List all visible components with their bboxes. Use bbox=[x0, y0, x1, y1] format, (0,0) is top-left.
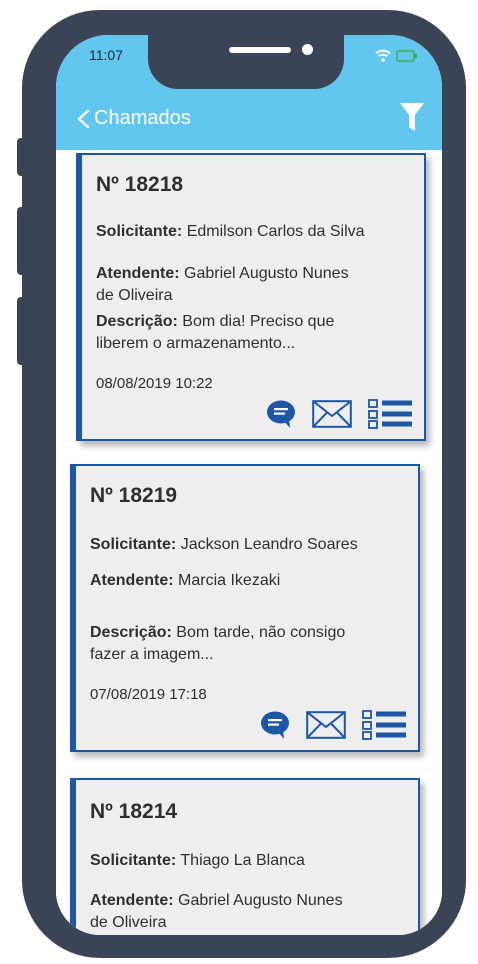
back-button[interactable]: Chamados bbox=[76, 107, 191, 130]
filter-icon bbox=[400, 103, 424, 131]
ticket-list: Nº 18218 Solicitante: Edmilson Carlos da… bbox=[56, 150, 442, 935]
ticket-card[interactable]: Nº 18219 Solicitante: Jackson Leandro So… bbox=[70, 464, 420, 752]
ticket-actions bbox=[266, 399, 412, 429]
atendente-value: Marcia Ikezaki bbox=[178, 572, 281, 589]
solicitante-value: Edmilson Carlos da Silva bbox=[186, 223, 365, 240]
phone-mute-button bbox=[17, 138, 27, 176]
atendente-value-cont: de Oliveira bbox=[96, 287, 173, 304]
speaker bbox=[229, 47, 291, 53]
ticket-atendente: Atendente: Gabriel Augusto Nunes de Oliv… bbox=[90, 890, 390, 934]
battery-icon bbox=[396, 49, 417, 62]
status-time: 11:07 bbox=[89, 47, 123, 63]
ticket-atendente: Atendente: Gabriel Augusto Nunes de Oliv… bbox=[96, 263, 396, 307]
ticket-card[interactable]: Nº 18218 Solicitante: Edmilson Carlos da… bbox=[76, 153, 426, 441]
atendente-label: Atendente: bbox=[90, 892, 174, 909]
ticket-date: 08/08/2019 10:22 bbox=[96, 375, 213, 392]
top-bar: 11:07 Chamados bbox=[56, 35, 442, 150]
ticket-descricao: Descrição: Bom dia! Preciso que liberem … bbox=[96, 311, 396, 355]
atendente-label: Atendente: bbox=[90, 572, 174, 589]
descricao-value: Bom tarde, não consigo bbox=[176, 624, 346, 641]
atendente-value-cont: de Oliveira bbox=[90, 914, 167, 931]
chat-icon[interactable] bbox=[260, 710, 290, 740]
list-icon[interactable] bbox=[362, 710, 406, 740]
solicitante-value: Jackson Leandro Soares bbox=[180, 536, 358, 553]
camera bbox=[302, 44, 313, 55]
ticket-solicitante: Solicitante: Edmilson Carlos da Silva bbox=[96, 221, 396, 243]
mail-icon[interactable] bbox=[306, 711, 346, 739]
ticket-number: Nº 18218 bbox=[96, 173, 184, 196]
solicitante-label: Solicitante: bbox=[90, 536, 177, 553]
wifi-icon bbox=[375, 49, 391, 62]
ticket-descricao: Descrição: Bom tarde, não consigo fazer … bbox=[90, 622, 390, 666]
atendente-value: Gabriel Augusto Nunes bbox=[178, 892, 343, 909]
ticket-solicitante: Solicitante: Thiago La Blanca bbox=[90, 850, 390, 872]
descricao-label: Descrição: bbox=[90, 624, 172, 641]
ticket-number: Nº 18219 bbox=[90, 484, 178, 507]
solicitante-label: Solicitante: bbox=[90, 852, 177, 869]
descricao-value-cont: fazer a imagem... bbox=[90, 646, 214, 663]
ticket-card[interactable]: Nº 18214 Solicitante: Thiago La Blanca A… bbox=[70, 778, 420, 935]
mail-icon[interactable] bbox=[312, 400, 352, 428]
descricao-value: Bom dia! Preciso que bbox=[182, 313, 335, 330]
notch bbox=[148, 35, 344, 89]
descricao-label: Descrição: bbox=[96, 313, 178, 330]
ticket-actions bbox=[260, 710, 406, 740]
back-chevron-icon bbox=[77, 109, 90, 128]
atendente-label: Atendente: bbox=[96, 265, 180, 282]
phone-volume-down-button bbox=[17, 297, 27, 365]
filter-button[interactable] bbox=[400, 103, 424, 136]
solicitante-label: Solicitante: bbox=[96, 223, 183, 240]
ticket-solicitante: Solicitante: Jackson Leandro Soares bbox=[90, 534, 390, 556]
status-icons bbox=[375, 49, 418, 62]
list-icon[interactable] bbox=[368, 399, 412, 429]
atendente-value: Gabriel Augusto Nunes bbox=[184, 265, 349, 282]
ticket-number: Nº 18214 bbox=[90, 800, 178, 823]
chat-icon[interactable] bbox=[266, 399, 296, 429]
ticket-date: 07/08/2019 17:18 bbox=[90, 686, 207, 703]
solicitante-value: Thiago La Blanca bbox=[180, 852, 305, 869]
screen: 11:07 Chamados Nº 18218 Solicitante: Edm… bbox=[56, 35, 442, 935]
descricao-value-cont: liberem o armazenamento... bbox=[96, 335, 296, 352]
page-title: Chamados bbox=[94, 107, 191, 129]
ticket-atendente: Atendente: Marcia Ikezaki bbox=[90, 570, 390, 592]
phone-volume-up-button bbox=[17, 207, 27, 275]
